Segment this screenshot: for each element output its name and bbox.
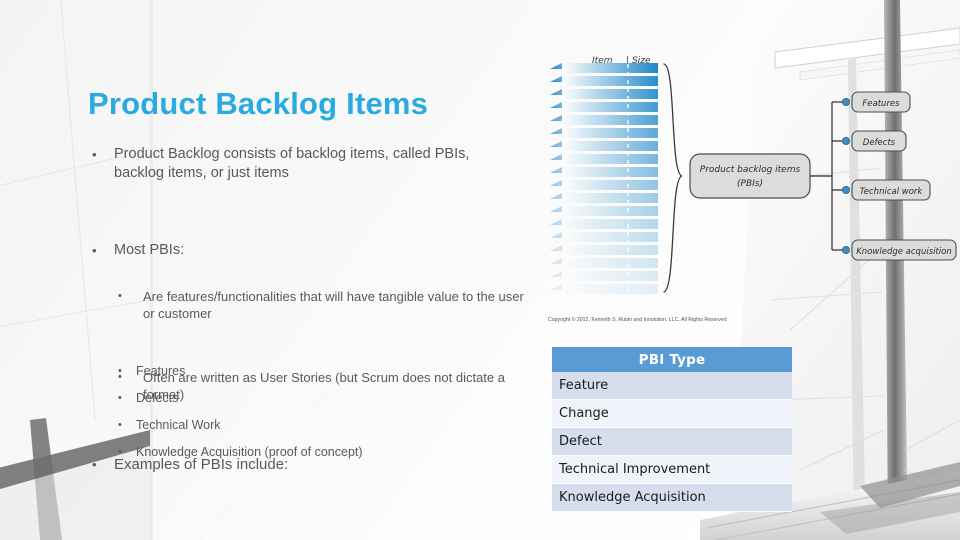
table-row: Technical Improvement [552, 455, 792, 484]
branch-connectors [810, 101, 844, 251]
branch-node-technical-work: Technical work [841, 179, 931, 201]
diagram-copyright: Copyright © 2012, Kenneth S. Rubin and I… [548, 316, 727, 323]
branch-label: Technical work [860, 187, 924, 197]
branch-label: Defects [863, 138, 896, 148]
connector-dot-icon [841, 137, 850, 146]
bullet-level1-2: • Most PBIs: [92, 241, 452, 260]
table-row: Defect [552, 427, 792, 456]
connector-dot-icon [841, 245, 850, 254]
bullet-dot-icon: • [92, 457, 97, 472]
connector-dot-icon [841, 185, 850, 194]
list-item-label: Knowledge Acquisition (proof of concept) [136, 445, 363, 459]
bullet-dot-icon: • [118, 392, 122, 404]
pbi-concept-diagram: Item | Size Product backlog items (PBIs)… [540, 36, 960, 332]
branch-node-knowledge-acquisition: Knowledge acquisition [841, 239, 957, 261]
list-item-label: Technical Work [136, 418, 221, 432]
bullet-dot-icon: • [118, 290, 122, 302]
table-row: Knowledge Acquisition [552, 483, 792, 512]
list-item: • Knowledge Acquisition (proof of concep… [118, 439, 518, 466]
table-row: Feature [552, 372, 792, 400]
cell-pbi-type: Technical Improvement [552, 455, 792, 484]
center-node-line2: (PBIs) [737, 179, 763, 189]
page-title: Product Backlog Items [88, 86, 429, 121]
bullet-dot-icon: • [92, 243, 97, 258]
table-row: Change [552, 399, 792, 428]
cell-pbi-type: Knowledge Acquisition [552, 483, 792, 512]
table-header-row: PBI Type [552, 347, 792, 372]
list-item: • Defects [118, 385, 518, 412]
bullet-level1-1: • Product Backlog consists of backlog it… [92, 145, 492, 183]
list-item: • Features [118, 358, 518, 385]
branch-node-features: Features [841, 91, 911, 113]
bullet-text: Product Backlog consists of backlog item… [114, 146, 470, 181]
bullet-level2-1: • Are features/functionalities that will… [118, 288, 528, 322]
slide-canvas: Product Backlog Items • Product Backlog … [0, 0, 960, 540]
bullet-text: Are features/functionalities that will h… [143, 289, 524, 321]
column-header-pbi-type: PBI Type [552, 347, 792, 372]
center-node: Product backlog items (PBIs) [689, 153, 811, 199]
cell-pbi-type: Feature [552, 372, 792, 400]
connector-dot-icon [841, 98, 850, 107]
branch-node-defects: Defects [841, 130, 907, 152]
cell-pbi-type: Defect [552, 427, 792, 456]
bullet-dot-icon: • [92, 147, 97, 162]
bullet-dot-icon: • [118, 365, 122, 377]
branch-label: Features [862, 99, 900, 109]
pbi-type-table: PBI Type Feature Change Defect Technical… [552, 347, 792, 512]
branch-label: Knowledge acquisition [856, 247, 952, 257]
list-item-label: Features [136, 364, 186, 378]
grouping-brace [663, 63, 683, 293]
backlog-stack [550, 63, 658, 294]
bullet-dot-icon: • [118, 419, 122, 431]
cell-pbi-type: Change [552, 399, 792, 428]
center-node-line1: Product backlog items [700, 165, 801, 175]
list-item: • Technical Work [118, 412, 518, 439]
bullet-dot-icon: • [118, 446, 122, 458]
examples-list: • Features • Defects • Technical Work • … [118, 358, 518, 466]
list-item-label: Defects [136, 391, 179, 405]
bullet-text: Most PBIs: [114, 242, 185, 258]
